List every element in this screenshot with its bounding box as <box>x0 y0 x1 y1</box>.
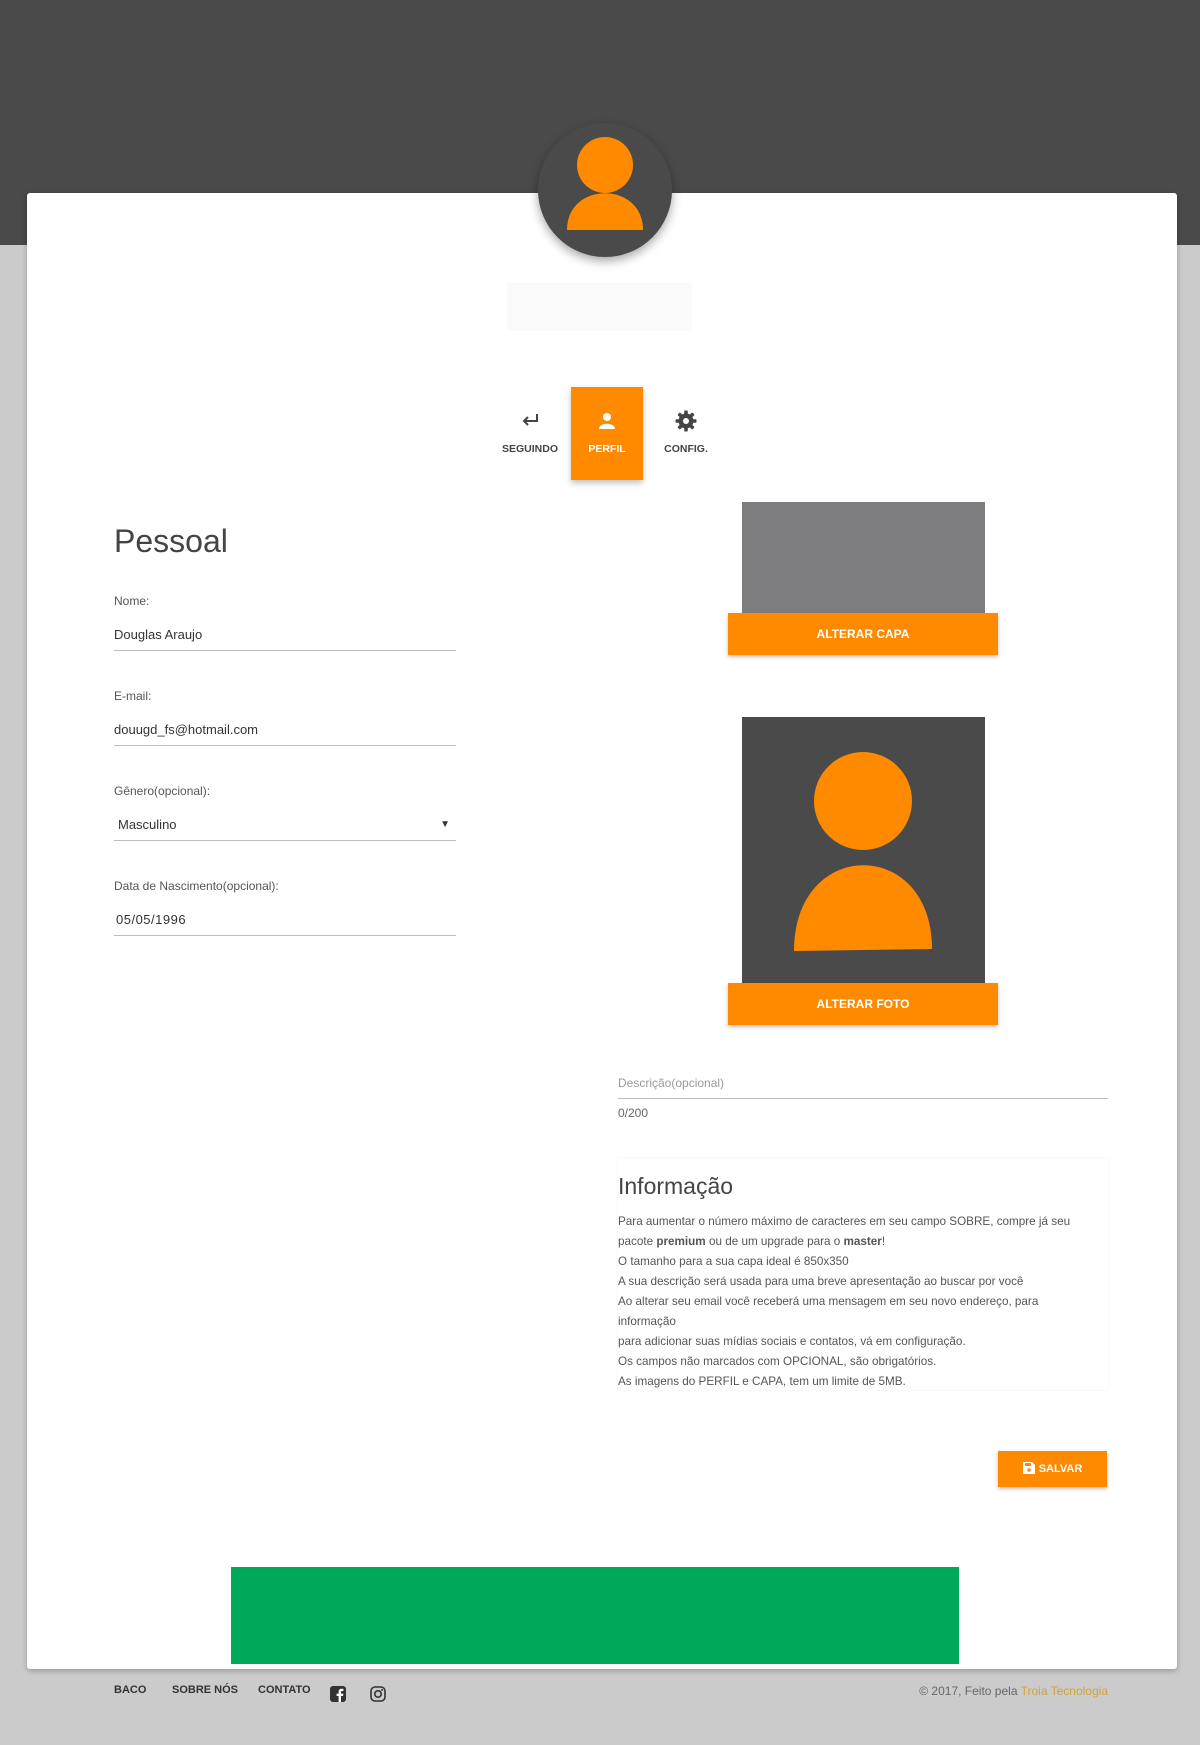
info-line: para adicionar suas mídias sociais e con… <box>618 1335 966 1348</box>
copyright-text: © 2017, Feito pela <box>919 1684 1021 1698</box>
name-input[interactable]: Douglas Araujo <box>114 620 456 651</box>
info-title: Informação <box>618 1173 734 1199</box>
character-counter: 0/200 <box>618 1106 649 1120</box>
return-arrow-icon <box>522 414 538 426</box>
info-text-span: pacote <box>618 1235 657 1248</box>
email-label: E-mail: <box>114 689 152 703</box>
info-text: Para aumentar o número máximo de caracte… <box>618 1212 1108 1392</box>
info-line: As imagens do PERFIL e CAPA, tem um limi… <box>618 1375 906 1388</box>
info-text-span: ! <box>881 1235 886 1248</box>
info-line: O tamanho para a sua capa ideal é 850x35… <box>618 1255 849 1268</box>
user-silhouette-icon <box>794 752 932 951</box>
description-placeholder: Descrição(opcional) <box>618 1076 725 1090</box>
tab-label: CONFIG. <box>664 443 708 455</box>
person-icon <box>599 413 615 429</box>
company-link[interactable]: Troia Tecnologia <box>1021 1684 1108 1698</box>
gender-value: Masculino <box>118 817 177 832</box>
save-label: SALVAR <box>1038 1463 1083 1475</box>
email-value: douugd_fs@hotmail.com <box>114 722 258 737</box>
info-line: Para aumentar o número máximo de caracte… <box>618 1215 1071 1228</box>
info-text-span: ou de um upgrade para o <box>705 1235 844 1248</box>
birthdate-value: 05/05/1996 <box>116 912 187 927</box>
user-silhouette-icon <box>567 137 643 230</box>
info-line: informação <box>618 1315 676 1328</box>
footer-link-baco[interactable]: BACO <box>114 1684 146 1696</box>
change-cover-button[interactable]: ALTERAR CAPA <box>728 613 998 655</box>
info-line: pacote premium ou de um upgrade para o m… <box>618 1232 1108 1252</box>
birthdate-input[interactable]: 05/05/1996 <box>114 905 456 936</box>
email-input[interactable]: douugd_fs@hotmail.com <box>114 715 456 746</box>
caret-down-icon: ▼ <box>440 819 450 830</box>
floppy-disk-icon <box>1022 1462 1035 1475</box>
facebook-icon[interactable] <box>330 1686 346 1702</box>
gear-icon <box>675 410 697 432</box>
change-photo-button[interactable]: ALTERAR FOTO <box>728 983 998 1025</box>
description-input[interactable]: Descrição(opcional) <box>618 1068 1108 1099</box>
footer-link-contato[interactable]: CONTATO <box>258 1684 311 1696</box>
info-text-strong: master <box>843 1235 882 1248</box>
name-value: Douglas Araujo <box>114 627 203 642</box>
info-line: Os campos não marcados com OPCIONAL, são… <box>618 1355 937 1368</box>
tab-label: PERFIL <box>588 443 626 455</box>
info-line: Ao alterar seu email você receberá uma m… <box>618 1295 1039 1308</box>
instagram-icon[interactable] <box>370 1686 386 1702</box>
info-line: A sua descrição será usada para uma brev… <box>618 1275 1024 1288</box>
profile-photo <box>742 717 985 983</box>
tab-config[interactable]: CONFIG. <box>649 387 723 480</box>
birthdate-label: Data de Nascimento(opcional): <box>114 879 279 893</box>
gender-label: Gênero(opcional): <box>114 784 211 798</box>
profile-name-placeholder <box>507 283 692 331</box>
name-label: Nome: <box>114 594 150 608</box>
section-title-pessoal: Pessoal <box>114 523 228 559</box>
copyright: © 2017, Feito pela Troia Tecnologia <box>919 1684 1108 1698</box>
info-box: Informação Para aumentar o número máximo… <box>618 1158 1108 1390</box>
tab-label: SEGUINDO <box>501 443 558 455</box>
gender-select[interactable]: Masculino ▼ <box>114 810 456 841</box>
info-text-strong: premium <box>656 1235 706 1248</box>
tab-seguindo[interactable]: SEGUINDO <box>495 387 565 480</box>
green-banner <box>231 1567 959 1664</box>
save-button[interactable]: SALVAR <box>998 1451 1107 1487</box>
tab-perfil[interactable]: PERFIL <box>571 387 643 480</box>
cover-image <box>742 502 985 614</box>
profile-avatar <box>538 123 672 257</box>
footer-link-sobre-nos[interactable]: SOBRE NÓS <box>172 1684 238 1696</box>
